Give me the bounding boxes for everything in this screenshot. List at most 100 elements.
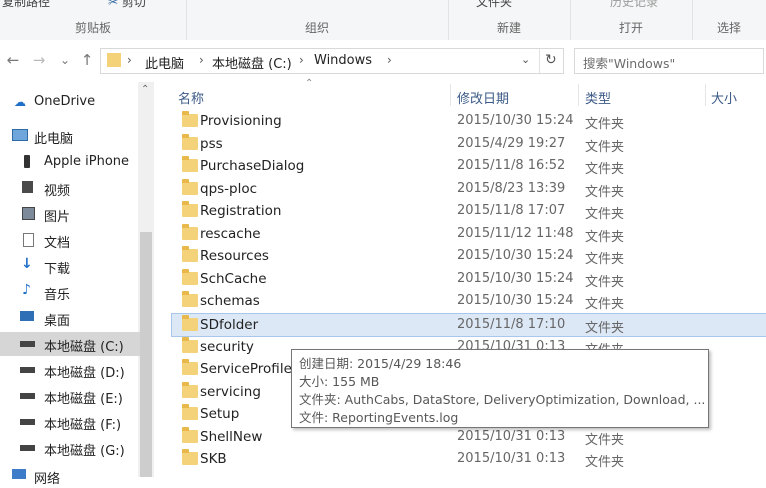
drive-icon [20, 367, 35, 373]
music-icon: ♪ [22, 282, 31, 298]
sort-arrow-icon: ⌃ [305, 78, 314, 89]
file-row[interactable]: Provisioning 2015/10/30 15:24 文件夹 [172, 110, 766, 132]
folder-icon [182, 291, 198, 307]
sidebar-item-drive-g[interactable]: 本地磁盘 (G:) [0, 436, 150, 460]
select-group: 选择 [692, 0, 766, 40]
path-separator-icon: › [127, 53, 132, 67]
sidebar-item-videos[interactable]: 视频 [0, 176, 150, 200]
picture-icon [22, 207, 35, 220]
folder-icon [182, 427, 198, 443]
file-row[interactable]: qps-ploc 2015/8/23 13:39 文件夹 [172, 178, 766, 200]
sidebar-item-music[interactable]: ♪ 音乐 [0, 280, 150, 304]
sidebar-item-drive-f[interactable]: 本地磁盘 (F:) [0, 410, 150, 434]
download-icon: ↓ [21, 256, 33, 272]
sidebar-item-desktop[interactable]: 桌面 [0, 306, 150, 330]
folder-icon [182, 246, 198, 262]
group-caption-new: 新建 [496, 21, 521, 35]
group-caption-open: 打开 [618, 21, 643, 35]
folder-icon [182, 337, 198, 353]
ribbon: 复制路径 ✂ 剪切 剪贴板 组织 文件夹 新建 历史记录 打开 选择 [0, 0, 766, 41]
breadcrumb-drive-c[interactable]: 本地磁盘 (C:) [212, 53, 292, 72]
group-caption-clipboard: 剪贴板 [74, 21, 111, 35]
address-bar[interactable]: › 此电脑 › 本地磁盘 (C:) › Windows › ⌄ ↻ [100, 48, 564, 74]
organize-group: 组织 [186, 0, 449, 40]
open-group: 打开 [570, 0, 693, 40]
up-button[interactable]: ↑ [78, 50, 96, 70]
path-separator-icon: › [387, 53, 392, 67]
folder-icon [182, 179, 198, 195]
column-divider[interactable] [578, 84, 579, 106]
sidebar-item-drive-d[interactable]: 本地磁盘 (D:) [0, 358, 150, 382]
sidebar-item-drive-c[interactable]: 本地磁盘 (C:) [0, 332, 140, 356]
file-row[interactable]: SchCache 2015/10/30 15:24 文件夹 [172, 268, 766, 290]
column-size[interactable]: 大小 [711, 88, 737, 107]
sidebar-item-downloads[interactable]: ↓ 下载 [0, 254, 150, 278]
column-divider[interactable] [705, 84, 706, 106]
file-row[interactable]: SKB 2015/10/31 0:13 文件夹 [172, 448, 766, 470]
document-icon [23, 233, 34, 247]
sidebar-item-apple-iphone[interactable]: Apple iPhone [0, 150, 150, 174]
breadcrumb-windows[interactable]: Windows [314, 53, 372, 68]
path-separator-icon: › [199, 53, 204, 67]
video-icon [22, 181, 33, 193]
group-caption-organize: 组织 [304, 21, 329, 35]
search-box[interactable]: 搜索"Windows" [574, 48, 764, 74]
forward-button[interactable]: → [30, 50, 48, 70]
sidebar-item-this-pc[interactable]: 此电脑 [0, 124, 150, 148]
drive-icon [20, 341, 35, 347]
folder-icon [182, 111, 198, 127]
search-input[interactable]: 搜索"Windows" [583, 53, 675, 72]
sidebar-item-onedrive[interactable]: ☁ OneDrive [0, 90, 150, 114]
drive-icon [20, 393, 35, 399]
folder-icon [182, 269, 198, 285]
breadcrumb-this-pc[interactable]: 此电脑 [145, 53, 184, 72]
column-type[interactable]: 类型 [585, 88, 611, 107]
sidebar-item-documents[interactable]: 文档 [0, 228, 150, 252]
folder-icon [107, 53, 121, 67]
chevron-down-icon[interactable]: ⌄ [521, 53, 530, 66]
file-row[interactable]: Resources 2015/10/30 15:24 文件夹 [172, 245, 766, 267]
file-row[interactable]: PurchaseDialog 2015/11/8 16:52 文件夹 [172, 155, 766, 177]
file-row[interactable]: Registration 2015/11/8 17:07 文件夹 [172, 200, 766, 222]
folder-icon [182, 201, 198, 217]
folder-icon [182, 315, 198, 331]
phone-icon [24, 155, 30, 168]
divider [539, 49, 540, 73]
folder-icon [182, 359, 198, 375]
refresh-icon[interactable]: ↻ [545, 52, 557, 68]
path-separator-icon: › [299, 53, 304, 67]
clipboard-group: 剪贴板 [0, 0, 187, 40]
recent-locations-button[interactable]: ⌄ [56, 50, 74, 70]
folder-icon [182, 404, 198, 420]
column-name[interactable]: 名称 [178, 88, 204, 107]
tooltip-created-date: 创建日期: 2015/4/29 18:46 [299, 356, 462, 371]
computer-icon [12, 129, 28, 141]
new-group: 新建 [448, 0, 571, 40]
column-header: 名称 ⌃ 修改日期 类型 大小 [170, 78, 766, 108]
folder-icon [182, 156, 198, 172]
file-row[interactable]: rescache 2015/11/12 11:48 文件夹 [172, 223, 766, 245]
folder-icon [182, 449, 198, 465]
folder-info-tooltip: 创建日期: 2015/4/29 18:46 大小: 155 MB 文件夹: Au… [291, 349, 709, 428]
drive-icon [20, 419, 35, 425]
column-divider[interactable] [450, 84, 451, 106]
network-icon [12, 469, 26, 479]
file-row[interactable]: pss 2015/4/29 19:27 文件夹 [172, 133, 766, 155]
cloud-icon: ☁ [14, 95, 26, 109]
sidebar-item-network[interactable]: 网络 [0, 464, 150, 488]
sidebar-item-drive-e[interactable]: 本地磁盘 (E:) [0, 384, 150, 408]
group-caption-select: 选择 [716, 21, 741, 35]
drive-icon [20, 445, 35, 451]
tooltip-folders: 文件夹: AuthCabs, DataStore, DeliveryOptimi… [299, 392, 706, 407]
folder-icon [182, 134, 198, 150]
file-row[interactable]: schemas 2015/10/30 15:24 文件夹 [172, 290, 766, 312]
back-button[interactable]: ← [4, 50, 22, 70]
file-row[interactable]: ShellNew 2015/10/31 0:13 文件夹 [172, 426, 766, 448]
sidebar-item-pictures[interactable]: 图片 [0, 202, 150, 226]
tooltip-files: 文件: ReportingEvents.log [299, 410, 459, 425]
desktop-icon [20, 311, 34, 321]
folder-icon [182, 224, 198, 240]
tooltip-size: 大小: 155 MB [299, 374, 380, 389]
column-date-modified[interactable]: 修改日期 [457, 88, 509, 107]
file-row-selected[interactable]: SDfolder 2015/11/8 17:10 文件夹 [171, 313, 766, 337]
